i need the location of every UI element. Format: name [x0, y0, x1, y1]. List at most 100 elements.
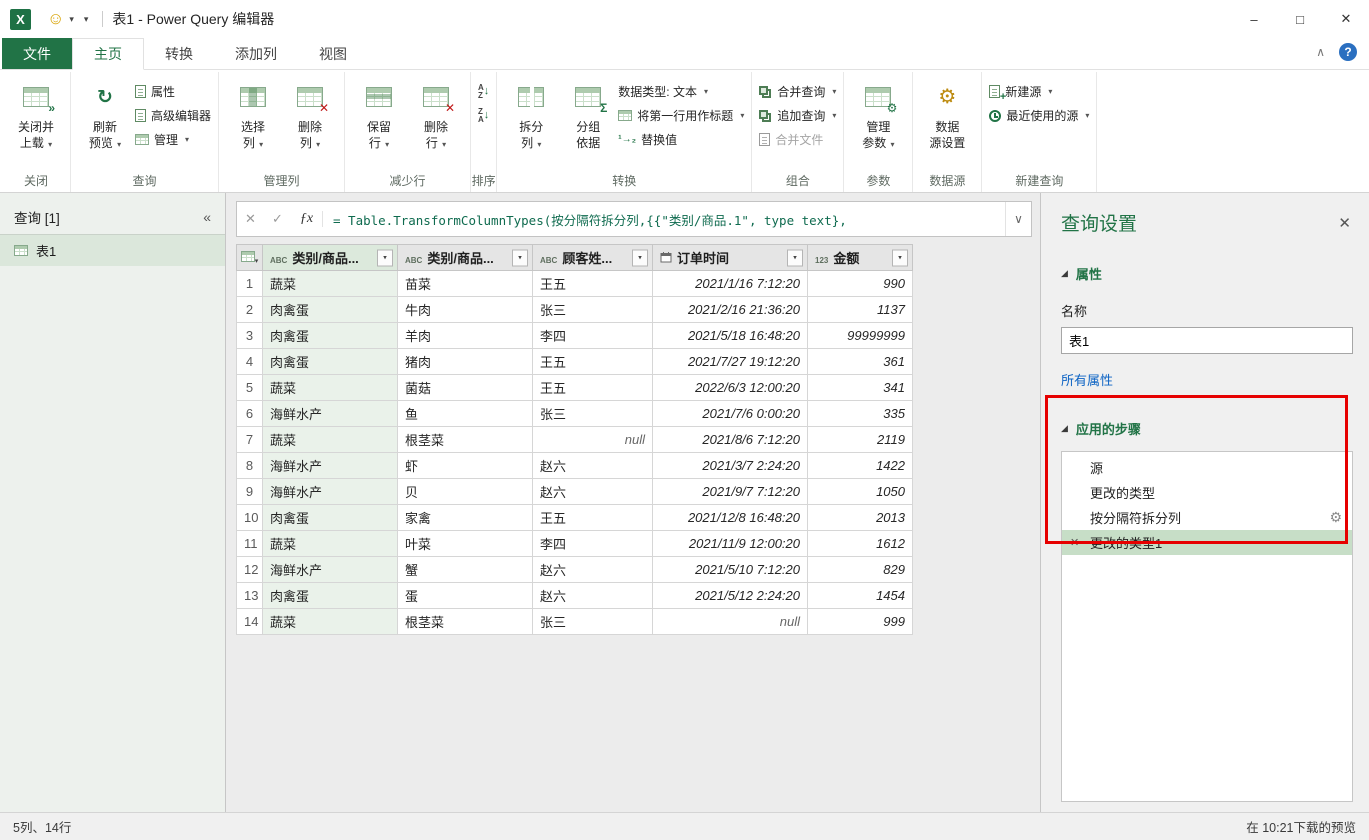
combine-files-button[interactable]: 合并文件	[759, 130, 836, 149]
row-number[interactable]: 6	[236, 400, 263, 427]
sort-ascending-button[interactable]: A Z ↓	[478, 82, 489, 101]
close-pane-icon[interactable]: ✕	[1338, 214, 1353, 232]
table-cell[interactable]: 1454	[807, 582, 913, 609]
table-cell[interactable]: null	[652, 608, 808, 635]
keep-rows-button[interactable]: 保留行 ▾	[352, 75, 406, 151]
table-cell[interactable]: 根茎菜	[397, 426, 533, 453]
table-cell[interactable]: 张三	[532, 608, 653, 635]
table-cell[interactable]: 2021/8/6 7:12:20	[652, 426, 808, 453]
tab-view[interactable]: 视图	[298, 38, 368, 69]
recent-sources-button[interactable]: 最近使用的源 ▾	[989, 106, 1089, 125]
table-cell[interactable]: 猪肉	[397, 348, 533, 375]
filter-dropdown-icon[interactable]: ▾	[512, 249, 528, 266]
table-cell[interactable]: null	[532, 426, 653, 453]
table-cell[interactable]: 海鲜水产	[262, 556, 398, 583]
new-source-button[interactable]: + 新建源 ▾	[989, 82, 1089, 103]
maximize-button[interactable]: □	[1277, 0, 1323, 38]
smiley-dropdown-icon[interactable]: ▾	[69, 14, 74, 25]
table-cell[interactable]: 990	[807, 270, 913, 297]
table-cell[interactable]: 肉禽蛋	[262, 322, 398, 349]
table-cell[interactable]: 1612	[807, 530, 913, 557]
query-name-input[interactable]	[1061, 327, 1353, 354]
table-cell[interactable]: 2021/9/7 7:12:20	[652, 478, 808, 505]
table-cell[interactable]: 99999999	[807, 322, 913, 349]
table-cell[interactable]: 王五	[532, 348, 653, 375]
quick-access-toolbar-dropdown-icon[interactable]: ▾	[84, 14, 89, 25]
table-cell[interactable]: 2021/7/27 19:12:20	[652, 348, 808, 375]
merge-queries-button[interactable]: 合并查询 ▾	[759, 82, 836, 101]
column-header-category-product-2[interactable]: ABC 类别/商品... ▾	[397, 244, 533, 271]
table-cell[interactable]: 2022/6/3 12:00:20	[652, 374, 808, 401]
column-header-amount[interactable]: 123 金额 ▾	[807, 244, 913, 271]
table-cell[interactable]: 张三	[532, 296, 653, 323]
applied-steps-section-header[interactable]: ◢ 应用的步骤	[1061, 419, 1353, 438]
row-number[interactable]: 2	[236, 296, 263, 323]
row-number[interactable]: 5	[236, 374, 263, 401]
feedback-smiley-icon[interactable]: ☺	[47, 9, 64, 29]
table-cell[interactable]: 2021/2/16 21:36:20	[652, 296, 808, 323]
table-cell[interactable]: 2021/5/12 2:24:20	[652, 582, 808, 609]
table-cell[interactable]: 王五	[532, 270, 653, 297]
table-cell[interactable]: 肉禽蛋	[262, 296, 398, 323]
table-cell[interactable]: 2021/1/16 7:12:20	[652, 270, 808, 297]
tab-add-column[interactable]: 添加列	[214, 38, 298, 69]
minimize-button[interactable]: –	[1231, 0, 1277, 38]
table-cell[interactable]: 蔬菜	[262, 374, 398, 401]
table-cell[interactable]: 肉禽蛋	[262, 504, 398, 531]
refresh-preview-button[interactable]: ↻ 刷新 预览 ▾	[78, 75, 132, 151]
table-cell[interactable]: 王五	[532, 504, 653, 531]
column-header-category-product-1[interactable]: ABC 类别/商品... ▾	[262, 244, 398, 271]
collapse-queries-pane-icon[interactable]: «	[203, 209, 211, 225]
delete-step-icon[interactable]: ✕	[1070, 536, 1090, 549]
row-number[interactable]: 10	[236, 504, 263, 531]
use-first-row-as-headers-button[interactable]: 将第一行用作标题 ▾	[618, 106, 744, 125]
table-cell[interactable]: 牛肉	[397, 296, 533, 323]
remove-rows-button[interactable]: ✕ 删除行 ▾	[409, 75, 463, 151]
table-cell[interactable]: 李四	[532, 530, 653, 557]
table-cell[interactable]: 341	[807, 374, 913, 401]
table-cell[interactable]: 苗菜	[397, 270, 533, 297]
table-cell[interactable]: 鱼	[397, 400, 533, 427]
table-cell[interactable]: 王五	[532, 374, 653, 401]
table-cell[interactable]: 335	[807, 400, 913, 427]
table-cell[interactable]: 根茎菜	[397, 608, 533, 635]
formula-input[interactable]: = Table.TransformColumnTypes(按分隔符拆分列,{{"…	[333, 210, 1005, 229]
table-cell[interactable]: 羊肉	[397, 322, 533, 349]
table-cell[interactable]: 李四	[532, 322, 653, 349]
table-cell[interactable]: 赵六	[532, 452, 653, 479]
applied-step[interactable]: 按分隔符拆分列 ⚙	[1062, 505, 1352, 530]
append-queries-button[interactable]: 追加查询 ▾	[759, 106, 836, 125]
tab-file[interactable]: 文件	[2, 38, 72, 69]
row-number[interactable]: 11	[236, 530, 263, 557]
remove-columns-button[interactable]: ✕ 删除列 ▾	[283, 75, 337, 151]
tab-home[interactable]: 主页	[72, 38, 144, 70]
table-cell[interactable]: 2021/12/8 16:48:20	[652, 504, 808, 531]
group-by-button[interactable]: Σ 分组 依据	[561, 75, 615, 151]
row-number[interactable]: 1	[236, 270, 263, 297]
table-cell[interactable]: 海鲜水产	[262, 452, 398, 479]
table-cell[interactable]: 蔬菜	[262, 270, 398, 297]
table-cell[interactable]: 海鲜水产	[262, 478, 398, 505]
table-cell[interactable]: 贝	[397, 478, 533, 505]
table-cell[interactable]: 赵六	[532, 556, 653, 583]
table-cell[interactable]: 叶菜	[397, 530, 533, 557]
table-cell[interactable]: 1050	[807, 478, 913, 505]
table-cell[interactable]: 2021/11/9 12:00:20	[652, 530, 808, 557]
all-properties-link[interactable]: 所有属性	[1061, 370, 1113, 389]
replace-values-button[interactable]: ¹→₂ 替换值	[618, 130, 744, 149]
table-cell[interactable]: 361	[807, 348, 913, 375]
confirm-formula-icon[interactable]: ✓	[264, 211, 291, 227]
sort-descending-button[interactable]: Z A ↓	[478, 106, 489, 125]
table-cell[interactable]: 2013	[807, 504, 913, 531]
data-source-settings-button[interactable]: ⚙ 数据 源设置	[920, 75, 974, 151]
table-cell[interactable]: 蔬菜	[262, 608, 398, 635]
row-number[interactable]: 13	[236, 582, 263, 609]
table-cell[interactable]: 999	[807, 608, 913, 635]
properties-section-header[interactable]: ◢ 属性	[1061, 264, 1353, 283]
expand-formula-bar-icon[interactable]: ∨	[1005, 202, 1031, 236]
row-number[interactable]: 3	[236, 322, 263, 349]
table-corner-button[interactable]: ▾	[236, 244, 263, 271]
table-cell[interactable]: 1422	[807, 452, 913, 479]
help-icon[interactable]: ?	[1339, 43, 1357, 61]
table-cell[interactable]: 1137	[807, 296, 913, 323]
